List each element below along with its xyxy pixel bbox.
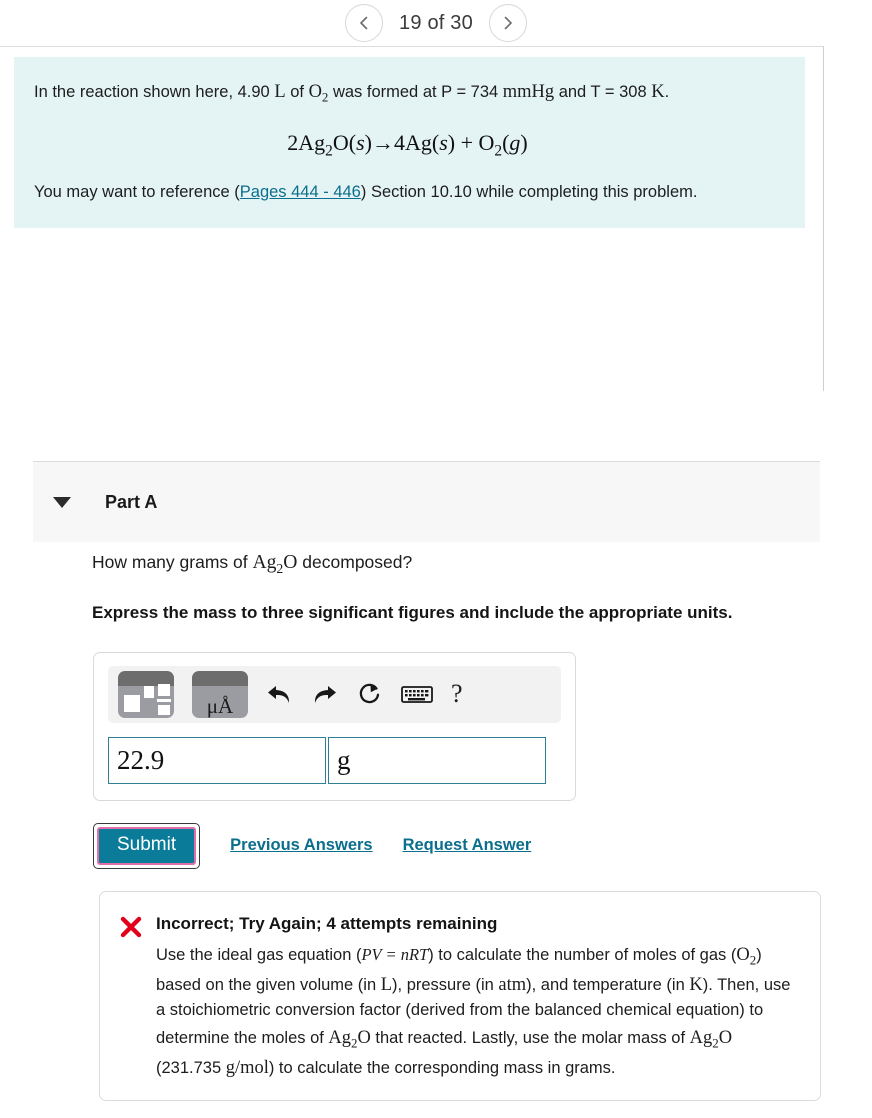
- feedback-hint: Use the ideal gas equation (PV = nRT) to…: [156, 940, 800, 1082]
- gas-formula: O2: [736, 943, 757, 968]
- answer-instruction: Express the mass to three significant fi…: [92, 602, 733, 622]
- chevron-right-icon: [504, 16, 512, 30]
- pagination-label: 19 of 30: [399, 11, 473, 34]
- pagination-header: 19 of 30: [0, 0, 872, 46]
- hint-compound-2: Ag2O: [689, 1027, 733, 1051]
- part-a-body: How many grams of Ag2O decomposed? Expre…: [0, 552, 872, 1101]
- submit-button[interactable]: Submit: [97, 826, 197, 865]
- redo-arrow-icon[interactable]: [311, 682, 338, 706]
- hint-seg-8: (231.735: [156, 1059, 226, 1078]
- hint-unit-temperature: K: [689, 973, 703, 994]
- part-a-title: Part A: [105, 491, 158, 512]
- formula-template-icon[interactable]: [118, 670, 174, 718]
- compound-ag2o: Ag2O: [252, 552, 298, 576]
- request-answer-link[interactable]: Request Answer: [403, 836, 532, 855]
- answer-toolbar: μÅ ?: [108, 665, 561, 723]
- answer-unit-input[interactable]: [328, 736, 546, 784]
- submit-button-wrapper: Submit: [93, 822, 201, 869]
- undo-arrow-icon[interactable]: [266, 682, 293, 706]
- ideal-gas-equation: PV = nRT: [361, 944, 429, 964]
- intro-part-b: of: [285, 83, 309, 101]
- answer-fields: [108, 736, 561, 784]
- feedback-status: Incorrect; Try Again; 4 attempts remaini…: [156, 913, 498, 933]
- caret-down-icon[interactable]: [53, 496, 71, 508]
- hint-molar-unit: g/mol: [225, 1057, 269, 1078]
- hint-unit-volume: L: [380, 973, 393, 994]
- question-mark-icon[interactable]: ?: [451, 679, 463, 709]
- reference-prefix: You may want to reference (: [34, 183, 240, 202]
- hint-seg-5: ), and temperature (in: [526, 975, 690, 994]
- pages-reference-link[interactable]: Pages 444 - 446: [240, 183, 361, 201]
- previous-problem-button[interactable]: [345, 4, 384, 42]
- volume-unit: L: [274, 81, 286, 101]
- feedback-panel: Incorrect; Try Again; 4 attempts remaini…: [99, 890, 821, 1101]
- temperature-unit: K: [651, 81, 665, 101]
- reference-note: You may want to reference (Pages 444 - 4…: [34, 180, 781, 206]
- hint-seg-7: that reacted. Lastly, use the molar mass…: [370, 1029, 690, 1048]
- hint-seg-1: Use the ideal gas equation (: [156, 945, 362, 964]
- submit-row: Submit Previous Answers Request Answer: [93, 822, 872, 869]
- oxygen-species: O2: [308, 81, 329, 105]
- previous-answers-link[interactable]: Previous Answers: [230, 836, 372, 855]
- question-suffix: decomposed?: [297, 552, 413, 572]
- answer-value-input[interactable]: [108, 736, 326, 784]
- problem-container: In the reaction shown here, 4.90 L of O2…: [0, 46, 824, 391]
- chemical-equation: 2Ag2O(s)→4Ag(s) + O2(g): [287, 129, 528, 160]
- answer-entry-widget: μÅ ? 22.9 g: [93, 651, 576, 801]
- problem-page: 19 of 30 In the reaction shown here, 4.9…: [0, 0, 872, 1118]
- part-a-header[interactable]: Part A: [33, 461, 820, 542]
- hint-unit-pressure: atm: [498, 973, 527, 994]
- next-problem-button[interactable]: [488, 4, 527, 42]
- pressure-unit: mmHg: [502, 81, 555, 101]
- hint-seg-2: ) to calculate the number of moles of ga…: [428, 945, 737, 964]
- intro-part-e: .: [664, 83, 670, 101]
- red-x-icon: [120, 916, 142, 937]
- question-prefix: How many grams of: [92, 552, 253, 572]
- reference-suffix: ) Section 10.10 while completing this pr…: [360, 183, 698, 202]
- problem-statement: In the reaction shown here, 4.90 L of O2…: [14, 57, 805, 228]
- problem-intro: In the reaction shown here, 4.90 L of O2…: [34, 77, 781, 108]
- question-text: How many grams of Ag2O decomposed?: [92, 552, 792, 577]
- hint-seg-9: ) to calculate the corresponding mass in…: [268, 1059, 616, 1078]
- hint-compound-1: Ag2O: [328, 1027, 371, 1051]
- intro-part-c: was formed at P = 734: [328, 83, 503, 101]
- feedback-content: Incorrect; Try Again; 4 attempts remaini…: [156, 914, 800, 1082]
- units-picker-icon[interactable]: μÅ: [192, 670, 248, 718]
- keyboard-icon[interactable]: [401, 683, 433, 705]
- hint-seg-4: ), pressure (in: [392, 975, 499, 994]
- reset-circular-arrow-icon[interactable]: [356, 681, 383, 708]
- intro-part-d: and T = 308: [554, 83, 652, 101]
- chevron-left-icon: [360, 16, 368, 30]
- intro-part-a: In the reaction shown here, 4.90: [34, 83, 275, 101]
